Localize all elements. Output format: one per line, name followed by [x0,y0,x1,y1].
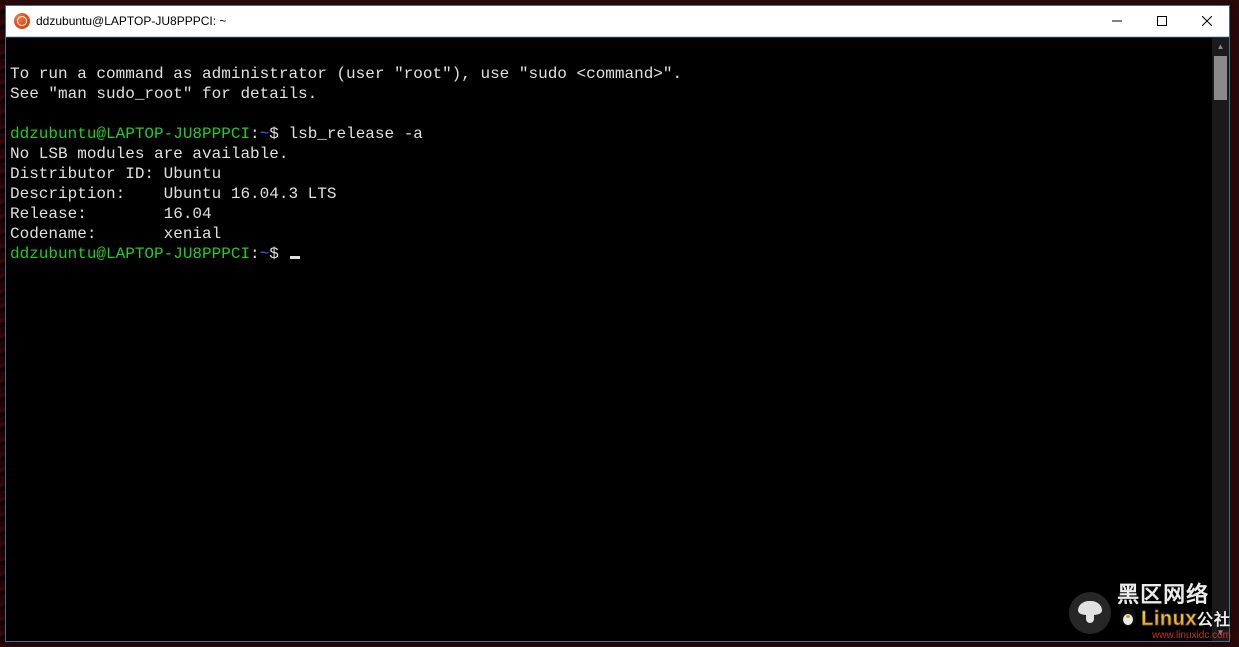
prompt-user-host: ddzubuntu@LAPTOP-JU8PPPCI [10,125,250,143]
terminal-window: ddzubuntu@LAPTOP-JU8PPPCI: ~ To run a co… [5,5,1230,642]
output-line: Codename: xenial [10,225,221,243]
titlebar[interactable]: ddzubuntu@LAPTOP-JU8PPPCI: ~ [6,6,1229,37]
terminal-body-wrap: To run a command as administrator (user … [6,37,1229,641]
output-line: Distributor ID: Ubuntu [10,165,221,183]
minimize-button[interactable] [1094,6,1139,36]
motd-line: See "man sudo_root" for details. [10,85,317,103]
maximize-button[interactable] [1139,6,1184,36]
prompt-path: ~ [260,245,270,263]
output-line: Description: Ubuntu 16.04.3 LTS [10,185,336,203]
prompt-user-host: ddzubuntu@LAPTOP-JU8PPPCI [10,245,250,263]
ubuntu-icon [14,13,30,29]
scrollbar-thumb[interactable] [1214,56,1227,100]
output-line: Release: 16.04 [10,205,212,223]
motd-line: To run a command as administrator (user … [10,65,682,83]
prompt-sep: : [250,125,260,143]
close-button[interactable] [1184,6,1229,36]
cursor [290,256,300,259]
window-controls [1094,6,1229,36]
output-line: No LSB modules are available. [10,145,288,163]
prompt-symbol: $ [269,245,279,263]
prompt-path: ~ [260,125,270,143]
prompt-sep: : [250,245,260,263]
scrollbar[interactable]: ▲ ▼ [1212,38,1229,641]
scrollbar-down-arrow-icon[interactable]: ▼ [1212,624,1229,641]
scrollbar-up-arrow-icon[interactable]: ▲ [1212,38,1229,55]
command-text: lsb_release -a [288,125,422,143]
terminal-output[interactable]: To run a command as administrator (user … [6,38,1212,641]
prompt-symbol: $ [269,125,279,143]
window-title: ddzubuntu@LAPTOP-JU8PPPCI: ~ [36,14,1094,28]
